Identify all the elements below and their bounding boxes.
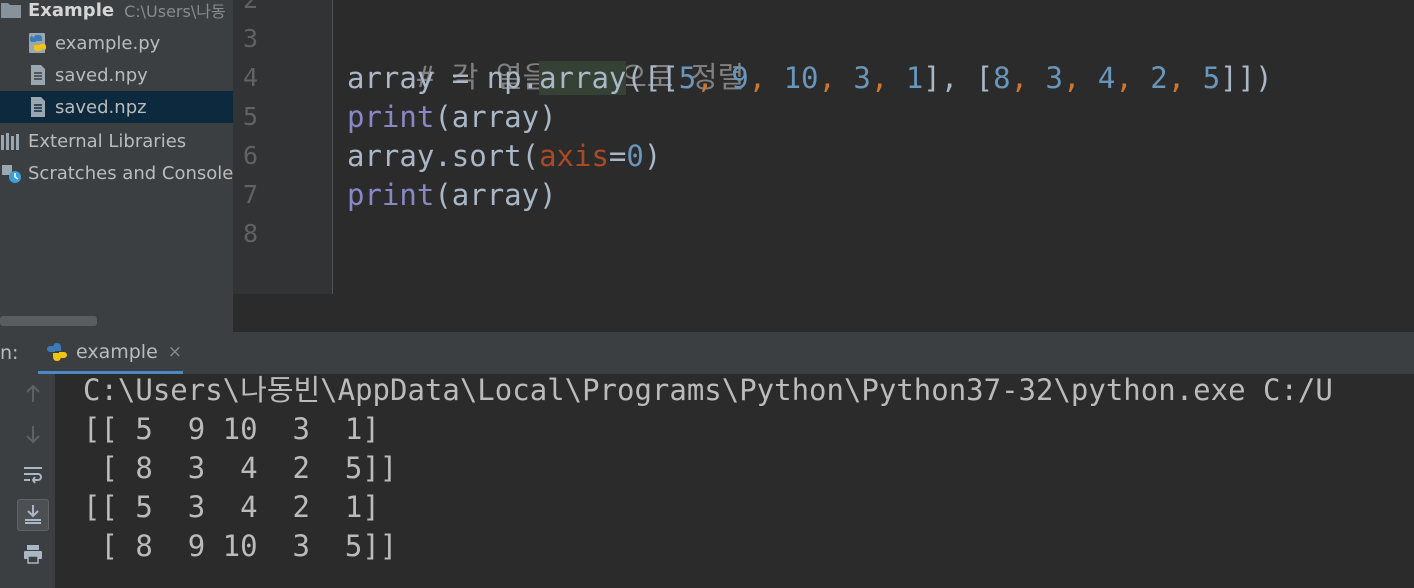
library-icon [0, 129, 22, 153]
console-line: C:\Users\나동빈\AppData\Local\Programs\Pyth… [83, 374, 1333, 407]
code-number: 10 [783, 61, 819, 95]
run-label: n: [0, 342, 19, 364]
soft-wrap-button[interactable] [17, 460, 49, 492]
code-token: ]]) [1220, 61, 1273, 95]
line-number: 4 [242, 63, 258, 92]
code-param: axis [539, 139, 609, 173]
line-number: 5 [242, 102, 258, 131]
scroll-up-button[interactable] [17, 380, 49, 412]
python-file-icon [46, 341, 68, 363]
project-root-path: C:\Users\나동 [124, 2, 226, 21]
console-line: [[ 5 3 4 2 1] [83, 490, 380, 524]
code-token: ], [ [923, 61, 994, 95]
code-comma: , [870, 61, 906, 95]
run-tab-example[interactable]: example × [38, 332, 183, 374]
run-tab-label: example [76, 340, 158, 363]
code-comma: , [1010, 61, 1046, 95]
print-button[interactable] [17, 540, 49, 572]
folder-icon [0, 0, 22, 22]
code-comma: , [1062, 61, 1098, 95]
console-line: [ 8 9 10 3 5]] [83, 529, 398, 563]
code-token: np. [486, 61, 540, 95]
line-number: 7 [242, 180, 258, 209]
project-tool-window: Example C:\Users\나동 example.py saved.npy… [0, 0, 233, 332]
code-number: 8 [993, 61, 1011, 95]
run-console-output[interactable]: C:\Users\나동빈\AppData\Local\Programs\Pyth… [55, 374, 1414, 588]
code-comma: , [696, 61, 732, 95]
code-line-7: print(array) [347, 176, 557, 214]
line-number: 3 [242, 24, 258, 53]
code-token-highlighted: array [539, 61, 627, 95]
tree-item-label: example.py [55, 32, 161, 54]
code-number: 1 [905, 61, 924, 95]
scratches-icon [0, 161, 22, 185]
code-number: 0 [626, 139, 644, 173]
run-tool-window-header: n: example × [0, 332, 1414, 375]
tree-item-saved-npy[interactable]: saved.npy [0, 59, 233, 91]
code-number: 5 [678, 61, 697, 95]
code-token: array.sort( [347, 139, 540, 173]
scroll-down-button[interactable] [17, 420, 49, 452]
scroll-to-end-button[interactable] [17, 499, 49, 531]
code-comma: , [818, 61, 854, 95]
run-toolbar [0, 374, 55, 588]
tree-item-scratches[interactable]: Scratches and Consoles [0, 157, 233, 189]
code-editor[interactable]: # 각 열을 기준으로 정렬 array = np.array([[5, 9, … [333, 0, 1414, 294]
code-line-3: # 각 열을 기준으로 정렬 [347, 20, 744, 94]
tree-item-label: saved.npz [55, 96, 147, 118]
editor-bottom-area [233, 294, 1414, 332]
line-number: 6 [242, 141, 258, 170]
editor-gutter: 2 3 4 5 6 7 8 [233, 0, 333, 294]
file-icon [27, 95, 49, 119]
code-line-6: array.sort(axis=0) [347, 137, 661, 175]
code-number: 3 [1045, 61, 1063, 95]
python-file-icon [27, 31, 49, 55]
code-token: (array) [434, 178, 557, 212]
file-icon [27, 63, 49, 87]
code-number: 5 [1202, 61, 1221, 95]
code-token: array [347, 61, 435, 95]
console-line: [ 8 3 4 2 5]] [83, 451, 398, 485]
tree-item-project-root[interactable]: Example C:\Users\나동 [0, 0, 233, 26]
code-line-5: print(array) [347, 98, 557, 136]
soft-wrap-icon [22, 464, 44, 488]
code-number: 3 [853, 61, 871, 95]
code-token: = [608, 139, 627, 173]
tree-item-label: Scratches and Consoles [28, 162, 233, 184]
code-builtin: print [347, 178, 435, 212]
project-horizontal-scrollbar[interactable] [0, 316, 97, 326]
tree-item-external-libraries[interactable]: External Libraries [0, 125, 233, 157]
scroll-to-end-icon [22, 502, 44, 528]
arrow-up-icon [24, 384, 42, 408]
printer-icon [22, 544, 44, 568]
code-comma: , [1167, 61, 1203, 95]
tree-item-label: saved.npy [55, 64, 148, 86]
code-builtin: print [347, 100, 435, 134]
code-line-4: array = np.array([[5, 9, 10, 3, 1], [8, … [347, 59, 1273, 97]
code-comma: , [748, 61, 784, 95]
code-number: 2 [1150, 61, 1168, 95]
tree-item-label: External Libraries [28, 130, 187, 152]
code-token: ) [643, 139, 662, 173]
code-number: 4 [1097, 61, 1116, 95]
project-root-label: Example [28, 0, 115, 21]
code-token: ([[ [626, 61, 679, 95]
line-number: 2 [218, 0, 258, 14]
code-token: = [434, 61, 487, 95]
arrow-down-icon [24, 424, 42, 448]
tree-item-example-py[interactable]: example.py [0, 27, 233, 59]
line-number: 8 [242, 219, 258, 248]
code-number: 9 [731, 61, 749, 95]
console-line: [[ 5 9 10 3 1] [83, 412, 380, 446]
close-icon[interactable]: × [168, 342, 182, 362]
tree-item-saved-npz[interactable]: saved.npz [0, 91, 233, 123]
code-comma: , [1115, 61, 1151, 95]
code-token: (array) [434, 100, 557, 134]
